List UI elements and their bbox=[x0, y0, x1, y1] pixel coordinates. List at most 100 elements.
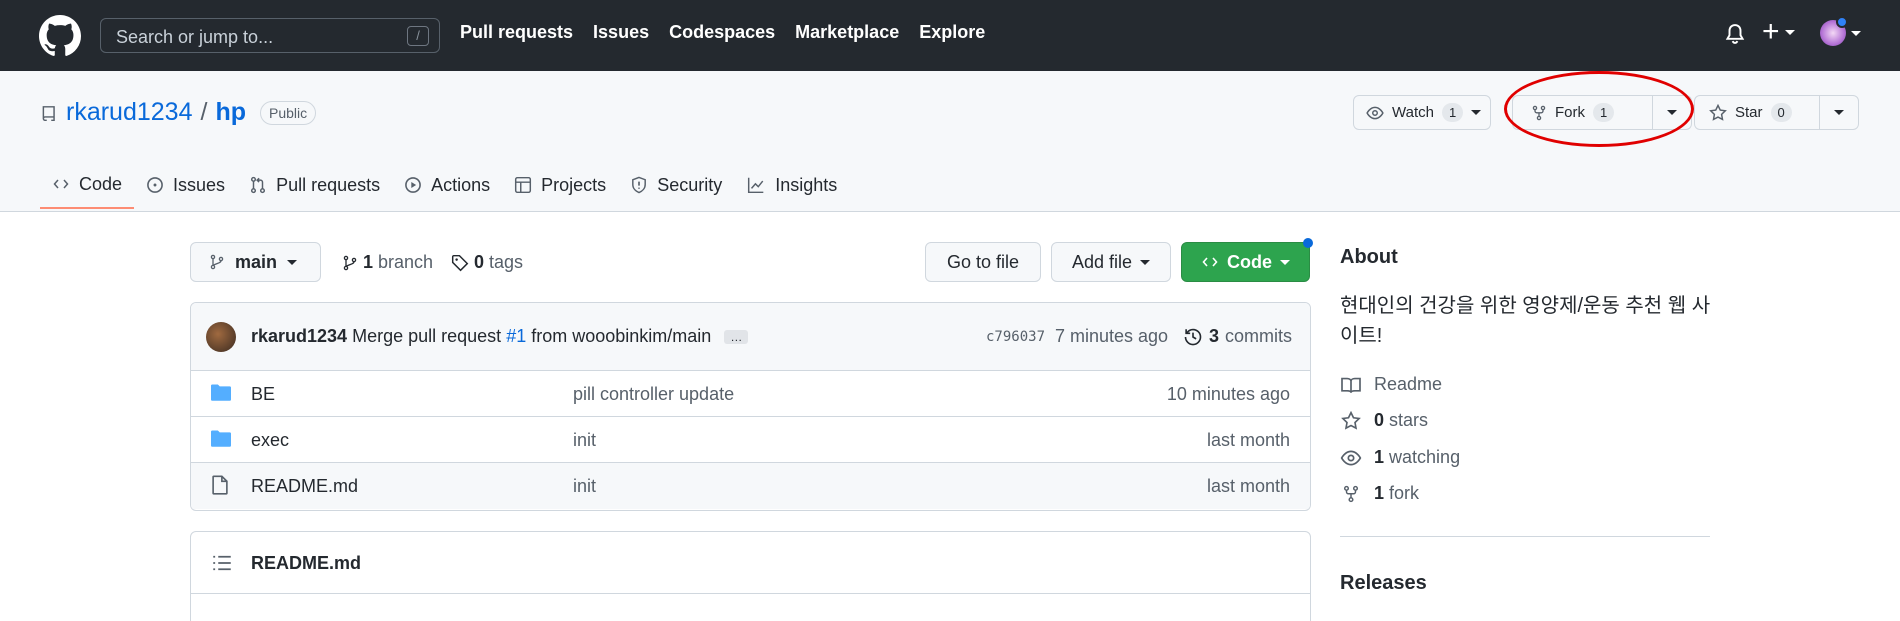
commit-count-label: commits bbox=[1225, 326, 1293, 346]
go-to-file-label: Go to file bbox=[946, 251, 1020, 272]
plus-icon: + bbox=[1762, 15, 1780, 48]
tag-icon bbox=[451, 254, 469, 271]
nav-marketplace[interactable]: Marketplace bbox=[795, 22, 899, 43]
file-row[interactable]: README.md init last month bbox=[191, 463, 1310, 509]
file-name[interactable]: README.md bbox=[251, 476, 358, 497]
commit-pr-link[interactable]: #1 bbox=[506, 326, 526, 346]
tags-link[interactable]: 0 tags bbox=[451, 252, 523, 273]
tab-issues-label: Issues bbox=[173, 174, 226, 195]
user-menu[interactable] bbox=[1820, 16, 1861, 46]
watching-link[interactable]: 1 watching bbox=[1340, 447, 1460, 468]
pull-request-icon bbox=[251, 176, 266, 194]
create-new-menu[interactable]: + bbox=[1762, 16, 1795, 48]
watch-count: 1 bbox=[1441, 103, 1464, 122]
branches-link[interactable]: 1 branch bbox=[342, 252, 433, 273]
tab-code[interactable]: Code bbox=[40, 161, 135, 209]
chevron-down-icon bbox=[1851, 30, 1861, 36]
watch-button[interactable]: Watch 1 bbox=[1354, 96, 1493, 129]
watch-button-group: Watch 1 bbox=[1353, 95, 1491, 130]
readme-link[interactable]: Readme bbox=[1340, 374, 1442, 395]
fork-label: Fork bbox=[1555, 104, 1585, 121]
tab-projects-label: Projects bbox=[541, 174, 607, 195]
repo-name-link[interactable]: hp bbox=[215, 98, 246, 127]
file-name[interactable]: exec bbox=[251, 430, 289, 451]
tab-actions[interactable]: Actions bbox=[392, 161, 502, 209]
nav-issues[interactable]: Issues bbox=[593, 22, 649, 43]
nav-explore[interactable]: Explore bbox=[919, 22, 985, 43]
repo-owner-link[interactable]: rkarud1234 bbox=[66, 98, 192, 127]
github-logo-icon[interactable] bbox=[39, 15, 81, 57]
readme-link-label: Readme bbox=[1374, 374, 1443, 394]
add-file-label: Add file bbox=[1071, 251, 1133, 272]
readme-title[interactable]: README.md bbox=[251, 553, 361, 574]
commit-time[interactable]: 7 minutes ago bbox=[1055, 326, 1168, 347]
about-description: 현대인의 건강을 위한 영양제/운동 추천 웹 사이트! bbox=[1340, 295, 1711, 347]
table-icon bbox=[515, 176, 532, 194]
tab-actions-label: Actions bbox=[431, 174, 491, 195]
commit-author[interactable]: rkarud1234 bbox=[251, 326, 347, 346]
nav-pull-requests[interactable]: Pull requests bbox=[460, 22, 573, 43]
about-heading: About bbox=[1340, 246, 1398, 268]
file-name[interactable]: BE bbox=[251, 384, 275, 405]
branch-selector[interactable]: main bbox=[190, 242, 321, 282]
bell-icon[interactable] bbox=[1724, 22, 1746, 46]
fork-count: 1 bbox=[1593, 103, 1615, 122]
readme-header: README.md bbox=[191, 532, 1310, 594]
star-dropdown-button[interactable] bbox=[1818, 96, 1858, 129]
forks-link[interactable]: 1 fork bbox=[1340, 483, 1419, 504]
file-row[interactable]: BE pill controller update 10 minutes ago bbox=[191, 371, 1310, 417]
search-input[interactable]: Search or jump to... / bbox=[100, 18, 440, 53]
stars-label: stars bbox=[1389, 410, 1429, 430]
star-count: 0 bbox=[1770, 103, 1792, 122]
add-file-button[interactable]: Add file bbox=[1051, 242, 1171, 282]
chevron-down-icon bbox=[1140, 259, 1151, 265]
tab-security[interactable]: Security bbox=[618, 161, 734, 209]
fork-count-side: 1 bbox=[1374, 483, 1385, 503]
watching-count: 1 bbox=[1374, 447, 1385, 467]
tab-insights[interactable]: Insights bbox=[734, 161, 849, 209]
file-commit-time: last month bbox=[1206, 476, 1290, 496]
eye-icon bbox=[1340, 449, 1362, 466]
star-button[interactable]: Star 0 bbox=[1695, 96, 1819, 129]
fork-button[interactable]: Fork 1 bbox=[1513, 96, 1652, 129]
commit-author-avatar[interactable] bbox=[206, 322, 236, 352]
code-clone-button[interactable]: Code bbox=[1181, 242, 1310, 282]
file-commit-message[interactable]: init bbox=[573, 476, 596, 497]
file-commit-message[interactable]: pill controller update bbox=[573, 384, 734, 405]
fork-button-group: Fork 1 bbox=[1512, 95, 1692, 130]
commit-message-before[interactable]: Merge pull request bbox=[352, 326, 501, 346]
tab-code-label: Code bbox=[79, 173, 123, 194]
nav-codespaces[interactable]: Codespaces bbox=[669, 22, 775, 43]
commit-expand-button[interactable]: … bbox=[724, 330, 749, 345]
repo-icon bbox=[42, 105, 55, 121]
file-row[interactable]: exec init last month bbox=[191, 417, 1310, 463]
releases-heading[interactable]: Releases bbox=[1340, 572, 1427, 595]
tab-issues[interactable]: Issues bbox=[134, 161, 237, 209]
list-icon[interactable] bbox=[212, 554, 232, 572]
tab-pull-requests[interactable]: Pull requests bbox=[237, 161, 392, 209]
stars-link[interactable]: 0 stars bbox=[1340, 410, 1428, 431]
commit-message-after[interactable]: from wooobinkim/main bbox=[531, 326, 711, 346]
commit-sha[interactable]: c796037 bbox=[986, 329, 1045, 345]
fork-dropdown-button[interactable] bbox=[1651, 96, 1691, 129]
global-header: Search or jump to... / Pull requests Iss… bbox=[0, 0, 1900, 71]
file-icon bbox=[212, 475, 228, 495]
tab-projects[interactable]: Projects bbox=[502, 161, 618, 209]
search-placeholder: Search or jump to... bbox=[116, 27, 274, 47]
sidebar-divider bbox=[1340, 536, 1710, 537]
readme-panel: README.md bbox=[190, 531, 1311, 621]
commits-history-link[interactable]: 3 commits bbox=[1183, 326, 1292, 347]
file-commit-time: 10 minutes ago bbox=[1166, 384, 1290, 404]
tab-pull-requests-label: Pull requests bbox=[276, 174, 381, 195]
repo-title: rkarud1234 / hp Public bbox=[40, 98, 317, 127]
graph-icon bbox=[748, 177, 764, 194]
code-button-notification-dot bbox=[1303, 238, 1313, 248]
latest-commit-bar: rkarud1234 Merge pull request #1 from wo… bbox=[191, 303, 1310, 371]
eye-icon bbox=[1366, 106, 1384, 119]
code-icon bbox=[53, 179, 69, 189]
watching-label: watching bbox=[1389, 447, 1461, 467]
file-commit-message[interactable]: init bbox=[573, 430, 596, 451]
branch-icon bbox=[343, 255, 357, 270]
go-to-file-button[interactable]: Go to file bbox=[925, 242, 1041, 282]
chevron-down-icon bbox=[1471, 110, 1482, 115]
